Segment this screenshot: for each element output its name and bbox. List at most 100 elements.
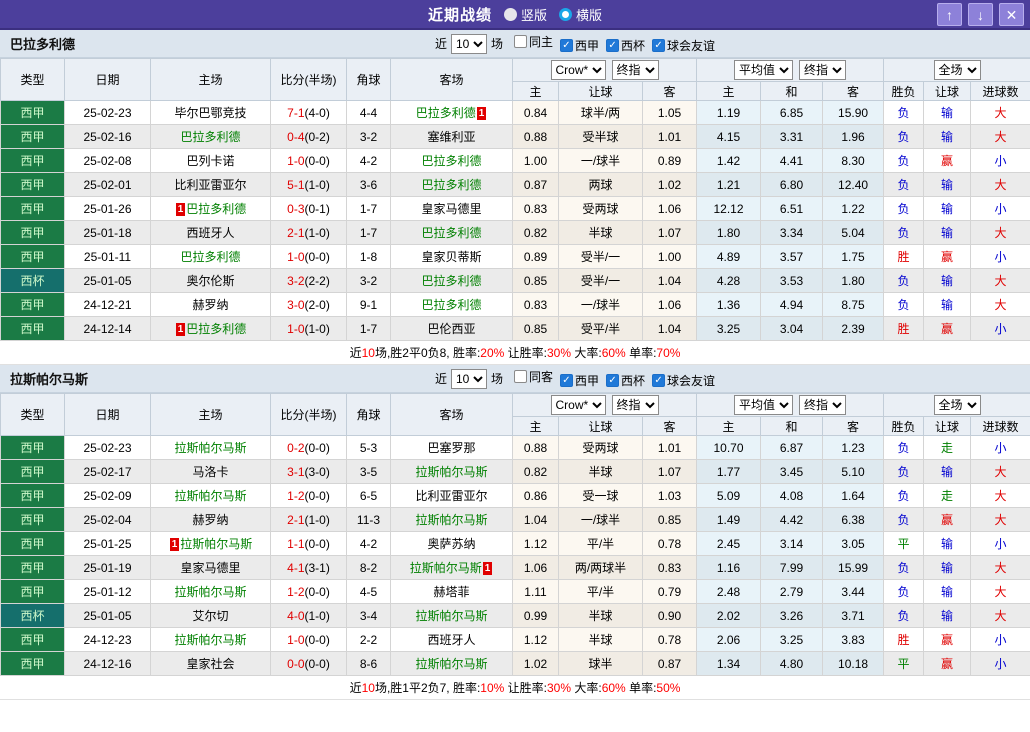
cell-date: 24-12-21 (64, 292, 151, 317)
final-index-select-2[interactable]: 终指 (799, 60, 847, 80)
close-button[interactable]: ✕ (999, 3, 1024, 26)
cell-home-team: 艾尔切 (150, 603, 271, 628)
final-index-select-1[interactable]: 终指 (611, 395, 659, 415)
cell-away-team: 巴拉多利德 (390, 268, 513, 293)
cell-score: 0-4(0-2) (270, 124, 347, 149)
cell-avg-home: 2.02 (696, 603, 762, 628)
summary-segment: 近 (349, 681, 362, 695)
checkbox-label: 西杯 (621, 374, 646, 388)
average-select[interactable]: 平均值 (734, 395, 794, 415)
full-time-score: 1-0 (287, 153, 305, 168)
cell-score: 1-2(0-0) (270, 579, 347, 604)
full-match-select[interactable]: 全场 (933, 395, 981, 415)
cell-odds-away: 1.06 (641, 292, 698, 317)
cell-date: 25-01-11 (64, 244, 151, 269)
filter-checkbox[interactable]: 西杯 (606, 37, 645, 54)
cell-avg-draw: 3.57 (760, 244, 824, 269)
team-section-header: 拉斯帕尔马斯 近 10 场 同客 西甲 西杯 球会友谊 (0, 365, 1030, 393)
cell-odds-home: 0.85 (512, 268, 559, 293)
cell-league-type: 西甲 (0, 555, 65, 580)
away-team-name: 拉斯帕尔马斯 (415, 465, 488, 479)
cell-corners: 1-7 (346, 220, 391, 245)
filter-checkbox[interactable]: 西甲 (560, 372, 599, 389)
cell-score: 1-0(0-0) (270, 244, 347, 269)
cell-away-team: 拉斯帕尔马斯 (390, 651, 513, 676)
cell-home-team: 1 巴拉多利德 (150, 196, 271, 221)
cell-corners: 3-4 (346, 603, 391, 628)
cell-avg-home: 1.42 (696, 148, 762, 173)
games-label: 场 (490, 37, 503, 51)
scroll-up-button[interactable]: ↑ (937, 3, 962, 26)
cell-odds-home: 0.99 (512, 603, 559, 628)
cell-score: 0-0(0-0) (270, 651, 347, 676)
cell-league-type: 西甲 (0, 196, 65, 221)
cell-league-type: 西甲 (0, 651, 65, 676)
filter-checkbox[interactable]: 西杯 (606, 372, 645, 389)
cell-avg-draw: 3.26 (760, 603, 824, 628)
filter-checkbox[interactable]: 同主 (513, 33, 553, 50)
full-time-score: 3-2 (287, 273, 305, 288)
cell-avg-draw: 4.42 (760, 507, 824, 532)
home-team-name: 赫罗纳 (192, 298, 229, 312)
radio-vertical-layout[interactable]: 竖版 (503, 5, 547, 24)
filter-checkbox[interactable]: 同客 (513, 368, 553, 385)
cell-result: 负 (883, 435, 925, 460)
subheader-handicap: 让球 (558, 416, 643, 436)
away-team-name: 皇家马德里 (421, 202, 482, 216)
crow-select[interactable]: Crow* (550, 60, 606, 80)
cell-avg-away: 1.75 (822, 244, 885, 269)
match-row: 西甲 25-02-09 拉斯帕尔马斯 1-2(0-0) 6-5 比利亚雷亚尔 0… (0, 483, 1030, 508)
summary-segment: 大率: (571, 346, 602, 360)
cell-avg-home: 1.34 (696, 651, 762, 676)
cell-score: 1-0(0-0) (270, 627, 347, 652)
full-time-score: 3-0 (287, 297, 305, 312)
final-index-select-2[interactable]: 终指 (799, 395, 847, 415)
cell-date: 25-02-09 (64, 483, 151, 508)
cell-handicap: 半球 (558, 459, 643, 484)
summary-segment: 70% (656, 346, 681, 360)
cell-handicap-result: 输 (923, 100, 972, 125)
crow-select[interactable]: Crow* (550, 395, 606, 415)
cell-league-type: 西甲 (0, 220, 65, 245)
cell-away-team: 巴拉多利德 (390, 172, 513, 197)
half-time-score: (1-0) (304, 608, 330, 623)
checkbox-icon (560, 374, 573, 387)
cell-goals-result: 小 (970, 316, 1030, 341)
match-row: 西甲 25-01-12 拉斯帕尔马斯 1-2(0-0) 4-5 赫塔菲 1.11… (0, 579, 1030, 604)
column-header-corner: 角球 (346, 58, 391, 101)
filter-checkbox[interactable]: 球会友谊 (652, 37, 715, 54)
filter-checkbox[interactable]: 西甲 (560, 37, 599, 54)
cell-avg-away: 15.99 (822, 555, 885, 580)
subheader-result: 胜负 (883, 416, 925, 436)
cell-avg-home: 3.25 (696, 316, 762, 341)
cell-handicap: 受平/半 (558, 316, 643, 341)
cell-home-team: 赫罗纳 (150, 292, 271, 317)
cell-avg-home: 12.12 (696, 196, 762, 221)
scroll-down-button[interactable]: ↓ (968, 3, 993, 26)
cell-result: 负 (883, 172, 925, 197)
match-count-select[interactable]: 10 (450, 33, 487, 54)
cell-odds-home: 1.04 (512, 507, 559, 532)
cell-odds-away: 0.83 (641, 555, 698, 580)
cell-date: 25-02-23 (64, 435, 151, 460)
matches-table: 类型 日期 主场 比分(半场) 角球 客场 Crow* 终指 平均值 终指 全场 主… (0, 58, 1030, 341)
radio-horizontal-layout[interactable]: 横版 (559, 5, 602, 24)
checkbox-icon (513, 35, 527, 48)
cell-avg-away: 8.30 (822, 148, 885, 173)
cell-league-type: 西甲 (0, 459, 65, 484)
average-select[interactable]: 平均值 (734, 60, 794, 80)
filter-checkbox[interactable]: 球会友谊 (652, 372, 715, 389)
away-team-name: 巴拉多利德 (421, 178, 482, 192)
cell-avg-draw: 4.94 (760, 292, 824, 317)
cell-away-team: 巴塞罗那 (390, 435, 513, 460)
match-count-select[interactable]: 10 (450, 368, 487, 389)
cell-goals-result: 大 (970, 555, 1030, 580)
page-title: 近期战绩 (427, 6, 492, 24)
cell-league-type: 西杯 (0, 268, 65, 293)
cell-goals-result: 大 (970, 507, 1030, 532)
final-index-select-1[interactable]: 终指 (611, 60, 659, 80)
full-match-select[interactable]: 全场 (933, 60, 981, 80)
cell-avg-away: 3.44 (822, 579, 885, 604)
full-time-score: 1-1 (287, 536, 305, 551)
home-team-name: 巴拉多利德 (186, 202, 247, 216)
